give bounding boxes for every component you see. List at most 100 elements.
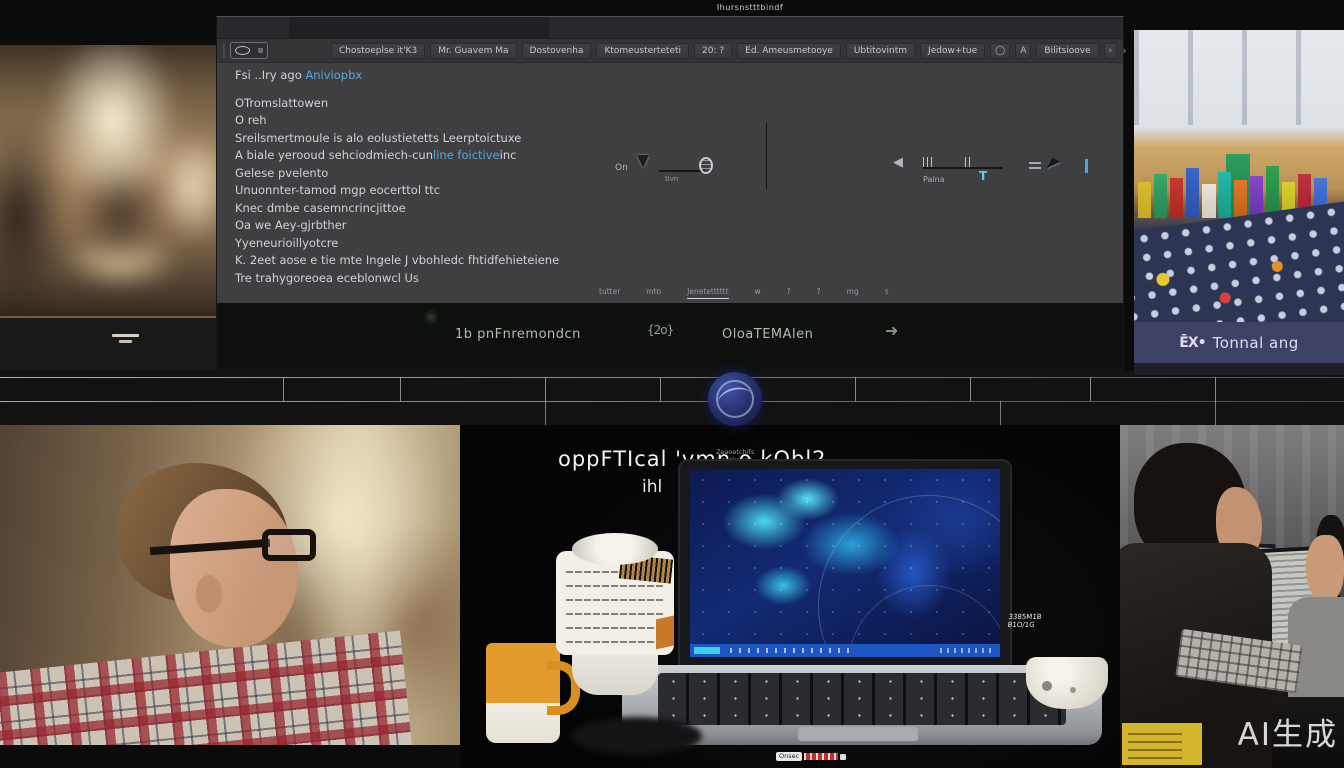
world-map-display: [690, 469, 1000, 657]
window-title: Ihursnstttbindf: [600, 3, 900, 12]
content-line: Fsi ..Iry ago Aniviopbx: [235, 67, 559, 85]
laptop-trackpad: [798, 727, 918, 741]
tab-6[interactable]: mg: [847, 287, 859, 299]
arrow-right-icon[interactable]: ›: [1122, 44, 1126, 57]
computers-photo: AI生成: [1120, 425, 1344, 768]
market-photo: ĒX• Tonnal ang: [1134, 30, 1344, 375]
line-text: inc: [500, 148, 517, 162]
tiny-label: 3385M1B B1O/1G: [1007, 613, 1042, 629]
letter-a-icon[interactable]: A: [1015, 43, 1031, 59]
stamp-icon[interactable]: [699, 157, 713, 174]
content-line: Yyeneurioillyotcre: [235, 235, 559, 253]
content-line: A biale yerooud sehciodmiech-cunline foi…: [235, 147, 559, 165]
line-text: A biale yerooud sehciodmiech-cun: [235, 148, 433, 162]
search-clear-icon[interactable]: [258, 48, 263, 53]
line-text: OTromslattowen: [235, 96, 328, 110]
window-footer: 1b pnFnremondcn {2o} OloaTEMAlen ➜: [217, 303, 1123, 369]
line-text: O reh: [235, 113, 267, 127]
line-text: Fsi ..Iry ago: [235, 68, 305, 82]
caption-text: Tonnal ang: [1213, 334, 1299, 352]
triangle-left-icon[interactable]: ◀: [893, 155, 903, 170]
search-icon: [235, 46, 250, 55]
line-text: Gelese pvelento: [235, 166, 328, 180]
content-line: OTromslattowen: [235, 95, 559, 113]
brand-badge: Onsec: [776, 751, 846, 762]
person-photo: [0, 425, 460, 745]
menu-item-8[interactable]: Bilitsioove: [1036, 43, 1098, 59]
window-titlebar[interactable]: [217, 17, 1123, 39]
line-text: Yyeneurioillyotcre: [235, 236, 338, 250]
tab-2[interactable]: Jenetetttttt: [687, 287, 728, 299]
laptop-keyboard: [658, 673, 1066, 725]
line-text: Tre trahygoreoea eceblonwcl Us: [235, 271, 419, 285]
cup-accent: [656, 615, 674, 650]
cup-lid: [572, 533, 658, 565]
line-link[interactable]: Aniviopbx: [305, 68, 362, 82]
content-lines: Fsi ..Iry ago Aniviopbx OTromslattowen O…: [235, 67, 559, 287]
globe-emblem-icon: [708, 372, 762, 426]
app-window: Chostoeplse it'K3 Mr. Guavem Ma Dostoven…: [216, 16, 1124, 370]
content-line: Gelese pvelento: [235, 165, 559, 183]
menu-item-3[interactable]: Ktomeusterteteti: [596, 43, 689, 59]
slider2-ticks: [923, 157, 935, 167]
glasses-lens: [262, 529, 316, 561]
tab-3[interactable]: w: [755, 287, 761, 299]
tab-5[interactable]: ?: [817, 287, 821, 299]
content-line: K. 2eet aose e tie mte Ingele J vbohledc…: [235, 252, 559, 270]
bracket-icon: {2o}: [647, 323, 673, 337]
desk-photo: oppFTIcal 'vmn o kQbl2 Zeaoetchifs jesos…: [460, 425, 1120, 768]
menu-item-4[interactable]: 20: ?: [694, 43, 732, 59]
badge-red-segment: [804, 753, 838, 760]
orange-mug: [486, 643, 560, 743]
slider-track-1[interactable]: [659, 170, 705, 172]
grid-icon[interactable]: [223, 44, 225, 58]
line-link[interactable]: line foictive: [433, 148, 500, 162]
menu-item-1[interactable]: Mr. Guavem Ma: [430, 43, 516, 59]
tab-0[interactable]: tutter: [599, 287, 620, 299]
tab-4[interactable]: ?: [787, 287, 791, 299]
chevron-icon[interactable]: ›: [1104, 43, 1118, 59]
line-text: Oa we Aey-gjrbther: [235, 218, 347, 232]
search-input[interactable]: [230, 42, 268, 59]
menu-item-0[interactable]: Chostoeplse it'K3: [331, 43, 425, 59]
person-right-face: [1306, 535, 1344, 603]
slider2-ticks-mid: [965, 157, 973, 167]
meeting-photo-blur: [0, 45, 216, 318]
tab-1[interactable]: mto: [646, 287, 661, 299]
content-line: Knec dmbe casemncrincjittoe: [235, 200, 559, 218]
screenshot-root: Ihursnstttbindf Chostoeplse it'K3 Mr. Gu…: [0, 0, 1344, 768]
desk-sub-note: ihl: [642, 477, 662, 497]
person-ear: [196, 575, 222, 613]
slider-track-2[interactable]: [923, 167, 1003, 169]
line-text: K. 2eet aose e tie mte Ingele J vbohledc…: [235, 253, 559, 267]
tab-7[interactable]: s: [885, 287, 889, 299]
dash-icon[interactable]: [1029, 161, 1041, 169]
arrow-forward-icon[interactable]: ➜: [885, 321, 898, 340]
caption-bars-icon: [112, 334, 139, 337]
left-caption-strip: [0, 318, 216, 370]
badge-label: Onsec: [776, 752, 802, 761]
menu-item-5[interactable]: Ed. Ameusmetooye: [737, 43, 841, 59]
menu-item-7[interactable]: Jedow+tue: [920, 43, 985, 59]
caption-logo: ĒX•: [1179, 335, 1205, 351]
titlebar-tab[interactable]: [289, 17, 549, 39]
circle-icon[interactable]: ◯: [990, 43, 1010, 59]
badge-dot: [840, 754, 846, 760]
market-bottom-strip: [1134, 363, 1344, 375]
menu-item-2[interactable]: Dostovenha: [522, 43, 592, 59]
cursor-ne-icon[interactable]: [1047, 158, 1061, 173]
ai-watermark: AI生成: [1238, 709, 1338, 754]
footer-action[interactable]: OloaTEMAlen: [722, 327, 813, 342]
slider2-label: Paina: [923, 175, 945, 184]
cable-shadow: [572, 717, 702, 755]
menu-item-6[interactable]: Ubtitovintm: [846, 43, 915, 59]
line-text: Unuonnter-tamod mgp eocerttol ttc: [235, 183, 440, 197]
content-line: O reh: [235, 112, 559, 130]
content-divider: [766, 123, 767, 189]
bottom-tabs: tutter mto Jenetetttttt w ? ? mg s: [599, 287, 889, 299]
cyan-marker[interactable]: T: [979, 169, 987, 183]
blue-bar-icon[interactable]: [1085, 159, 1088, 173]
labeled-cup: [556, 551, 674, 655]
cursor-down-icon[interactable]: [637, 155, 649, 168]
line-text: Knec dmbe casemncrincjittoe: [235, 201, 406, 215]
